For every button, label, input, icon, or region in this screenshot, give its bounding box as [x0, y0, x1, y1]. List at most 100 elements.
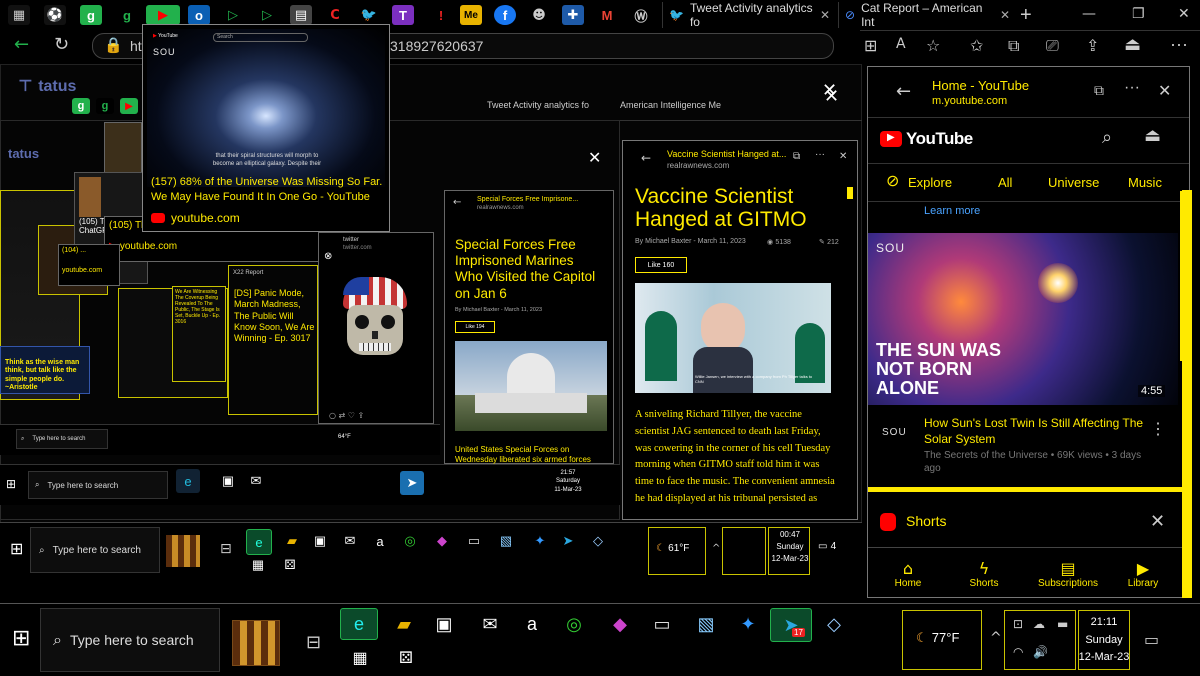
apps-icon[interactable]: ⊞	[864, 36, 877, 55]
address-suffix[interactable]: 318927620637	[390, 38, 483, 54]
minimize-button[interactable]: —	[1082, 6, 1096, 22]
windows-start-icon[interactable]: ⊞	[10, 539, 23, 558]
tab-icon-c[interactable]: C	[324, 5, 346, 25]
nav-home[interactable]: ⌂ Home	[890, 559, 926, 589]
eject-icon[interactable]: ⏏	[1124, 34, 1141, 55]
paint-icon[interactable]: ◆	[430, 529, 454, 553]
file-explorer-icon[interactable]: ▰	[392, 612, 416, 636]
video-more-icon[interactable]: ⋮	[1150, 419, 1166, 439]
weather-readout[interactable]: ☾ 77°F	[916, 630, 959, 646]
teams-icon[interactable]: ✦	[528, 529, 552, 553]
tab-icon-news[interactable]: ▤	[290, 5, 312, 25]
favorite-add-icon[interactable]: ☆	[926, 36, 940, 55]
mail-icon[interactable]: ✉	[338, 529, 362, 553]
browser-scrollbar[interactable]	[1182, 190, 1192, 598]
tab-icon-wordpress[interactable]: Ⓦ	[630, 5, 652, 25]
close-icon[interactable]: ⊗	[324, 251, 332, 262]
mail-icon[interactable]: ✉	[478, 612, 502, 636]
back-arrow-icon[interactable]: ←	[453, 197, 461, 208]
favorites-icon[interactable]: ✩	[970, 36, 983, 55]
teams-icon[interactable]: ✦	[736, 612, 760, 636]
photos-icon[interactable]: ▧	[494, 529, 518, 553]
close-tab-icon[interactable]: ✕	[1000, 8, 1010, 22]
scrollbar-thumb[interactable]	[847, 187, 853, 199]
nested-notification[interactable]: ▭ 4	[818, 541, 836, 552]
chevron-up-icon[interactable]: ^	[712, 543, 720, 554]
chevron-up-icon[interactable]: ^	[990, 630, 1002, 646]
notes-icon[interactable]: ◇	[822, 612, 846, 636]
tab-icon-rumble1[interactable]: ▷	[222, 5, 244, 25]
scanner-icon[interactable]: ▭	[462, 529, 486, 553]
read-aloud-icon[interactable]: A	[896, 36, 906, 52]
compass-icon[interactable]: ⊘	[886, 171, 899, 190]
store-icon[interactable]: ▣	[216, 469, 240, 493]
tab-icon-rumble2[interactable]: ▷	[256, 5, 278, 25]
video-thumbnail[interactable]: SOU THE SUN WAS NOT BORN ALONE 4:55	[868, 233, 1178, 405]
windows-start-icon[interactable]: ⊞	[6, 477, 16, 491]
article-byline[interactable]: By Michael Baxter - March 11, 2023	[635, 238, 746, 245]
tray-device-icon[interactable]: ⊡	[1013, 617, 1023, 631]
film-strip-icon[interactable]	[232, 620, 280, 666]
nested-search-2[interactable]: ⌕ Type here to search	[30, 527, 160, 573]
article-video-thumb[interactable]: Willie Jansen, we interview with a compa…	[635, 283, 831, 393]
telegram-icon[interactable]: ➤	[770, 608, 812, 642]
telegram-icon[interactable]: ➤	[556, 529, 580, 553]
nav-library[interactable]: ▶ Library	[1118, 559, 1168, 589]
task-view-icon[interactable]: ⊟	[306, 632, 321, 653]
dice-icon[interactable]: ⚄	[394, 646, 418, 670]
close-tab-icon[interactable]: ✕	[820, 8, 830, 22]
tab-icon-facebook[interactable]: f	[494, 5, 516, 25]
file-explorer-icon[interactable]: ▰	[280, 529, 304, 553]
screenshot-icon[interactable]: ⎚	[1046, 36, 1059, 56]
wifi-icon[interactable]: ◠	[1013, 645, 1023, 659]
channel-avatar[interactable]: SOU	[882, 427, 907, 438]
store-icon[interactable]: ▣	[308, 529, 332, 553]
onedrive-icon[interactable]: ☁	[1033, 617, 1045, 631]
photos-icon[interactable]: ▧	[694, 612, 718, 636]
amazon-icon[interactable]: a	[520, 612, 544, 636]
nested-search-3[interactable]: ⌕ Type here to search	[28, 471, 168, 499]
eject-icon[interactable]: ⏏	[1144, 125, 1161, 146]
close-icon[interactable]: ✕	[1150, 511, 1165, 532]
tab-tweet-activity[interactable]: 🐦 Tweet Activity analytics fo ✕	[662, 1, 836, 29]
tripadvisor-icon[interactable]: ◎	[562, 612, 586, 636]
lock-icon[interactable]: 🔒	[104, 36, 123, 54]
mail-icon[interactable]: ✉	[244, 469, 268, 493]
paint-icon[interactable]: ◆	[608, 612, 632, 636]
close-icon[interactable]: ✕	[1158, 81, 1171, 100]
article-like-button[interactable]: Like 160	[635, 257, 687, 273]
tab-icon-t[interactable]: T	[392, 5, 414, 25]
share-icon[interactable]: ⇪	[1086, 36, 1099, 55]
calculator-icon[interactable]: ▦	[246, 553, 270, 577]
edge-icon[interactable]: e	[176, 469, 200, 493]
amazon-icon[interactable]: a	[368, 529, 392, 553]
close-window-button[interactable]: ✕	[1178, 6, 1190, 22]
tab-cat-report[interactable]: ⊘ Cat Report – American Int ✕	[838, 1, 1016, 29]
workspaces-icon[interactable]: ▦	[8, 5, 30, 25]
tripadvisor-icon[interactable]: ◎	[398, 529, 422, 553]
battery-icon[interactable]: ▬	[1057, 617, 1068, 631]
open-external-icon[interactable]: ⧉	[793, 151, 800, 162]
scanner-icon[interactable]: ▭	[650, 612, 674, 636]
store-icon[interactable]: ▣	[432, 612, 456, 636]
refresh-icon[interactable]: ↻	[54, 34, 69, 55]
back-arrow-icon[interactable]: ←	[896, 81, 911, 102]
tab-icon-plus[interactable]: ✚	[562, 5, 584, 25]
windows-start-icon[interactable]: ⊞	[12, 626, 30, 651]
nav-subscriptions[interactable]: ▤ Subscriptions	[1028, 559, 1108, 589]
tab-icon-outlook[interactable]: o	[188, 5, 210, 25]
chip-universe[interactable]: Universe	[1048, 175, 1099, 190]
more-menu-icon[interactable]: ···	[1124, 79, 1140, 97]
tab-icon-g1[interactable]: g	[80, 5, 102, 25]
tab-icon-avatar[interactable]: ☻	[528, 5, 550, 25]
maximize-button[interactable]: ❐	[1132, 6, 1145, 22]
nav-shorts[interactable]: ϟ Shorts	[964, 559, 1004, 589]
taskbar-clock[interactable]: 21:11 Sunday 12-Mar-23	[1076, 614, 1132, 667]
task-view-icon[interactable]: ⊟	[220, 541, 232, 557]
youtube-logo[interactable]: ▶ YouTube	[880, 129, 973, 149]
edge-icon[interactable]: e	[340, 608, 378, 640]
tab-icon-exclaim[interactable]: !	[430, 5, 452, 25]
close-icon[interactable]: ✕	[822, 80, 837, 101]
volume-icon[interactable]: 🔊	[1033, 645, 1048, 659]
chip-explore[interactable]: Explore	[908, 175, 952, 190]
